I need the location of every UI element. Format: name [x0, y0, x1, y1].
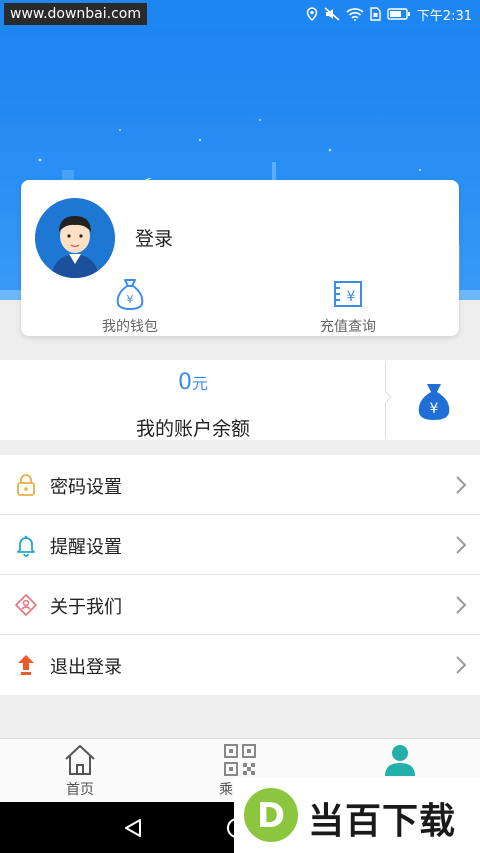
- sim-icon: [370, 7, 381, 21]
- chevron-right-icon: [454, 655, 468, 675]
- recharge-query-button[interactable]: ¥ 充值查询: [293, 276, 403, 336]
- balance-panel: 0元 我的账户余额 ¥: [0, 360, 480, 440]
- recharge-query-label: 充值查询: [320, 319, 376, 335]
- svg-text:¥: ¥: [127, 293, 134, 306]
- logo-text: 当百下载: [308, 801, 457, 842]
- settings-row-password[interactable]: 密码设置: [0, 455, 480, 515]
- clock: 下午2:31: [416, 8, 472, 24]
- home-icon: [62, 743, 98, 777]
- settings-row-label: 密码设置: [50, 477, 122, 498]
- qr-code-icon: [222, 743, 258, 777]
- settings-row-label: 关于我们: [50, 597, 122, 618]
- user-card: 登录 ¥ 我的钱包 ¥ 充值查询: [21, 180, 459, 336]
- wifi-icon: [346, 8, 364, 21]
- settings-row-label: 退出登录: [50, 657, 122, 678]
- status-bar: www.downbai.com 下午2:31: [0, 0, 480, 28]
- balance-info[interactable]: 0元 我的账户余额: [0, 360, 386, 440]
- settings-row-reminder[interactable]: 提醒设置: [0, 515, 480, 575]
- chevron-right-icon: [454, 475, 468, 495]
- back-icon[interactable]: [122, 818, 144, 838]
- settings-list: 密码设置 提醒设置 关于我们 退出登录: [0, 455, 480, 695]
- svg-text:¥: ¥: [347, 289, 356, 305]
- logout-icon: [14, 653, 38, 677]
- balance-unit: 元: [191, 374, 208, 393]
- login-link[interactable]: 登录: [135, 224, 173, 251]
- avatar-illustration: [35, 198, 115, 278]
- svg-text:¥: ¥: [430, 401, 439, 417]
- watermark-logo: D 当百下载: [234, 778, 480, 853]
- tab-home[interactable]: 首页: [20, 743, 140, 799]
- logo-d-icon: D: [244, 788, 298, 842]
- settings-row-label: 提醒设置: [50, 537, 122, 558]
- avatar[interactable]: [35, 198, 115, 278]
- battery-icon: [387, 8, 410, 20]
- status-icons: 下午2:31: [306, 4, 472, 24]
- wallet-label: 我的钱包: [102, 319, 158, 335]
- watermark-url: www.downbai.com: [4, 3, 147, 25]
- mute-icon: [324, 7, 340, 21]
- location-icon: [306, 7, 318, 21]
- settings-row-logout[interactable]: 退出登录: [0, 635, 480, 695]
- balance-amount: 0元: [0, 370, 386, 395]
- recharge-query-icon: ¥: [330, 276, 366, 312]
- tab-label: 首页: [66, 782, 94, 798]
- settings-row-about[interactable]: 关于我们: [0, 575, 480, 635]
- person-icon: [382, 743, 418, 777]
- lock-icon: [14, 473, 38, 497]
- balance-label: 我的账户余额: [135, 418, 250, 440]
- wallet-icon: ¥: [112, 276, 148, 312]
- about-icon: [14, 593, 38, 617]
- wallet-button[interactable]: ¥ 我的钱包: [75, 276, 185, 336]
- chevron-right-icon: [454, 535, 468, 555]
- money-bag-icon[interactable]: ¥: [412, 380, 456, 424]
- balance-value: 0: [177, 370, 192, 395]
- bell-icon: [14, 533, 38, 557]
- logo-letter: D: [257, 796, 285, 836]
- chevron-right-icon: [454, 595, 468, 615]
